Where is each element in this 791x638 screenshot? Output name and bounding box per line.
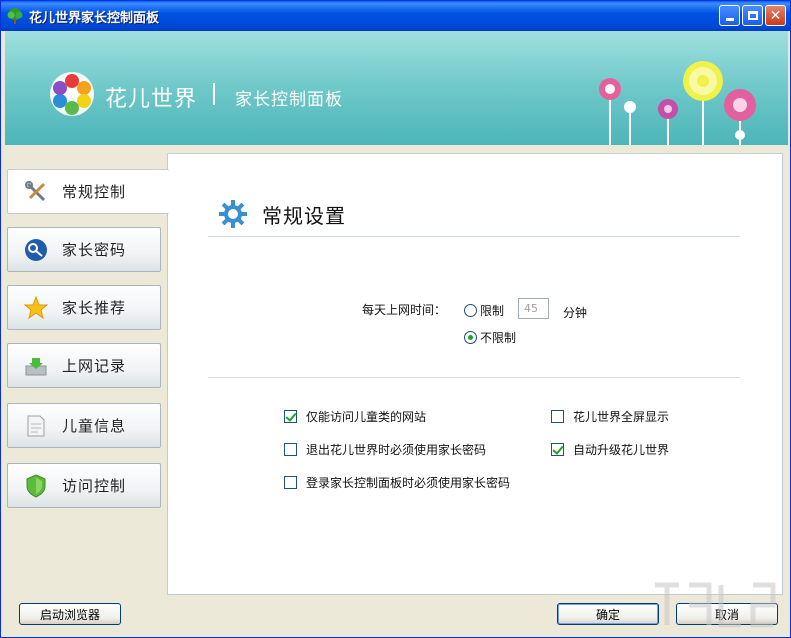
auto-update-checkbox[interactable]: 自动升级花儿世界 <box>551 441 669 458</box>
shield-icon <box>26 473 46 498</box>
radio-selected-dot <box>468 335 473 340</box>
tools-icon <box>25 180 46 201</box>
checkbox-box[interactable] <box>284 443 297 456</box>
ok-button[interactable]: 确定 <box>557 603 659 625</box>
minimize-button[interactable] <box>719 5 740 26</box>
exit-password-checkbox[interactable]: 退出花儿世界时必须使用家长密码 <box>284 441 486 458</box>
gear-icon <box>219 200 247 228</box>
minutes-input[interactable]: 45 <box>518 298 549 319</box>
sidebar-item-general-control[interactable]: 常规控制 <box>7 169 169 214</box>
close-icon: ✕ <box>769 7 782 24</box>
unlimited-radio[interactable]: 不限制 <box>464 329 516 346</box>
star-icon <box>24 295 48 319</box>
document-icon <box>27 415 45 436</box>
sidebar-item-parent-recommend[interactable]: 家长推荐 <box>7 285 161 330</box>
unlimited-radio-label: 不限制 <box>480 331 517 345</box>
sidebar-item-label: 上网记录 <box>62 357 127 375</box>
window-title: 花儿世界家长控制面板 <box>29 10 160 26</box>
inbox-icon <box>25 357 47 375</box>
checkbox-box[interactable] <box>284 476 297 489</box>
checkbox-label: 登录家长控制面板时必须使用家长密码 <box>306 476 511 490</box>
fullscreen-checkbox[interactable]: 花儿世界全屏显示 <box>551 408 669 425</box>
radio-circle[interactable] <box>464 304 477 317</box>
checkbox-box[interactable] <box>551 410 564 423</box>
flower-logo-icon <box>50 72 94 116</box>
maximize-button[interactable] <box>742 5 763 26</box>
window-controls: ✕ <box>719 5 786 26</box>
banner-divider <box>213 83 215 105</box>
kids-sites-only-checkbox[interactable]: 仅能访问儿童类的网站 <box>284 408 426 425</box>
checkbox-label: 花儿世界全屏显示 <box>573 410 670 424</box>
maximize-icon <box>747 11 758 20</box>
settings-panel: 常规设置 每天上网时间： 限制 45 分钟 不限制 仅能访问儿童类的网站 花儿世… <box>167 153 783 595</box>
launch-browser-button[interactable]: 启动浏览器 <box>19 603 121 625</box>
brand-name: 花儿世界 <box>105 87 198 112</box>
limit-radio[interactable]: 限制 <box>464 302 504 319</box>
parent-control-window: 花儿世界家长控制面板 ✕ 花儿世界 家长控制面板 常规控制 家长密码 家长推荐 … <box>0 0 791 638</box>
sidebar-item-label: 常规控制 <box>62 183 127 201</box>
minutes-unit-label: 分钟 <box>563 306 588 320</box>
tree-icon <box>7 8 23 24</box>
title-bar[interactable]: 花儿世界家长控制面板 ✕ <box>1 1 790 31</box>
sidebar-item-access-control[interactable]: 访问控制 <box>7 463 161 508</box>
sidebar-item-label: 访问控制 <box>62 477 127 495</box>
sidebar-nav: 常规控制 家长密码 家长推荐 上网记录 儿童信息 访问控制 <box>5 151 169 597</box>
close-button[interactable]: ✕ <box>765 5 786 26</box>
daily-time-label: 每天上网时间： <box>362 303 447 317</box>
checkbox-label: 自动升级花儿世界 <box>573 443 670 457</box>
section-title: 常规设置 <box>262 203 346 228</box>
section-header: 常规设置 <box>218 199 346 229</box>
key-icon <box>25 238 47 261</box>
sidebar-item-label: 家长推荐 <box>62 299 127 317</box>
sidebar-item-browse-history[interactable]: 上网记录 <box>7 343 161 388</box>
limit-radio-label: 限制 <box>480 304 505 318</box>
flowers-decoration-icon <box>599 61 756 145</box>
sidebar-item-parent-password[interactable]: 家长密码 <box>7 227 161 272</box>
radio-circle[interactable] <box>464 331 477 344</box>
checkbox-box[interactable] <box>284 410 297 423</box>
divider <box>208 236 740 237</box>
banner-subtitle: 家长控制面板 <box>235 90 343 110</box>
login-password-checkbox[interactable]: 登录家长控制面板时必须使用家长密码 <box>284 474 510 491</box>
minimize-icon <box>725 18 734 21</box>
divider <box>208 377 740 378</box>
checkbox-box[interactable] <box>551 443 564 456</box>
sidebar-item-label: 儿童信息 <box>62 417 127 435</box>
header-banner: 花儿世界 家长控制面板 <box>5 31 788 145</box>
watermark-logo-icon <box>655 582 776 628</box>
checkbox-label: 退出花儿世界时必须使用家长密码 <box>306 443 487 457</box>
sidebar-item-label: 家长密码 <box>62 241 127 259</box>
sidebar-item-child-info[interactable]: 儿童信息 <box>7 403 161 448</box>
checkbox-label: 仅能访问儿童类的网站 <box>306 410 427 424</box>
